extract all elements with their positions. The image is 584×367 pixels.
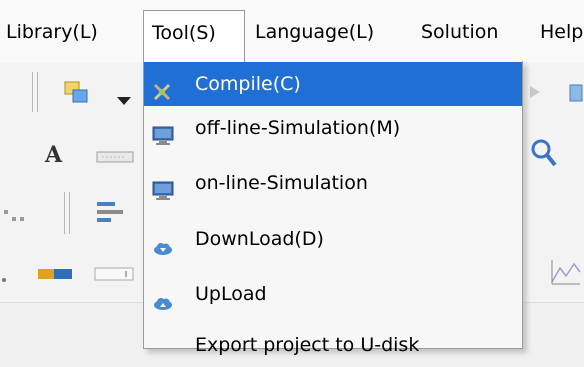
menu-item-compile[interactable]: Compile(C) — [144, 62, 522, 106]
menu-item-online-simulation[interactable]: on-line-Simulation — [144, 161, 522, 205]
menu-language[interactable]: Language(L) — [255, 18, 374, 46]
menu-help[interactable]: Help — [540, 18, 584, 46]
menu-item-upload[interactable]: UpLoad — [144, 272, 522, 316]
menu-item-label: off-line-Simulation(M) — [195, 117, 401, 139]
menu-item-label: Export project to U-disk — [195, 334, 420, 356]
menu-item-label: UpLoad — [195, 283, 267, 305]
menu-item-export-project[interactable]: Export project to U-disk — [144, 323, 522, 367]
textbox-icon[interactable] — [96, 148, 136, 163]
menu-item-label: Compile(C) — [195, 73, 301, 95]
menu-item-offline-simulation[interactable]: off-line-Simulation(M) — [144, 106, 522, 150]
cloud-download-icon — [152, 229, 174, 255]
menu-item-label: DownLoad(D) — [195, 228, 324, 250]
layers-icon[interactable] — [63, 80, 91, 106]
tool-dropdown-menu: Compile(C) off-line-Simulation(M) on-lin… — [143, 61, 523, 356]
menu-library[interactable]: Library(L) — [6, 18, 98, 46]
compile-icon — [152, 74, 174, 101]
play-icon[interactable] — [528, 84, 542, 100]
cloud-upload-icon — [152, 284, 174, 310]
search-icon[interactable] — [530, 138, 558, 168]
toolbar-grip[interactable] — [32, 72, 38, 112]
monitor-icon — [152, 173, 174, 200]
trend-chart-icon[interactable] — [548, 258, 582, 288]
dot-icon — [0, 269, 8, 282]
menu-bar: Library(L) Tool(S) Language(L) Solution … — [0, 0, 584, 63]
chevron-down-icon[interactable] — [117, 90, 131, 105]
doc-icon[interactable] — [566, 82, 584, 104]
menu-item-label: on-line-Simulation — [195, 172, 368, 194]
monitor-icon — [152, 118, 174, 145]
align-icon[interactable] — [95, 200, 125, 226]
tree-icon[interactable] — [0, 208, 28, 222]
toolbar-grip[interactable] — [64, 192, 70, 234]
bar-graph-icon[interactable] — [38, 266, 76, 280]
menu-solution[interactable]: Solution — [421, 18, 498, 46]
text-tool-icon[interactable]: A — [45, 142, 62, 168]
input-box-icon[interactable] — [94, 266, 134, 281]
menu-tool[interactable]: Tool(S) — [143, 10, 245, 62]
menu-item-download[interactable]: DownLoad(D) — [144, 217, 522, 261]
